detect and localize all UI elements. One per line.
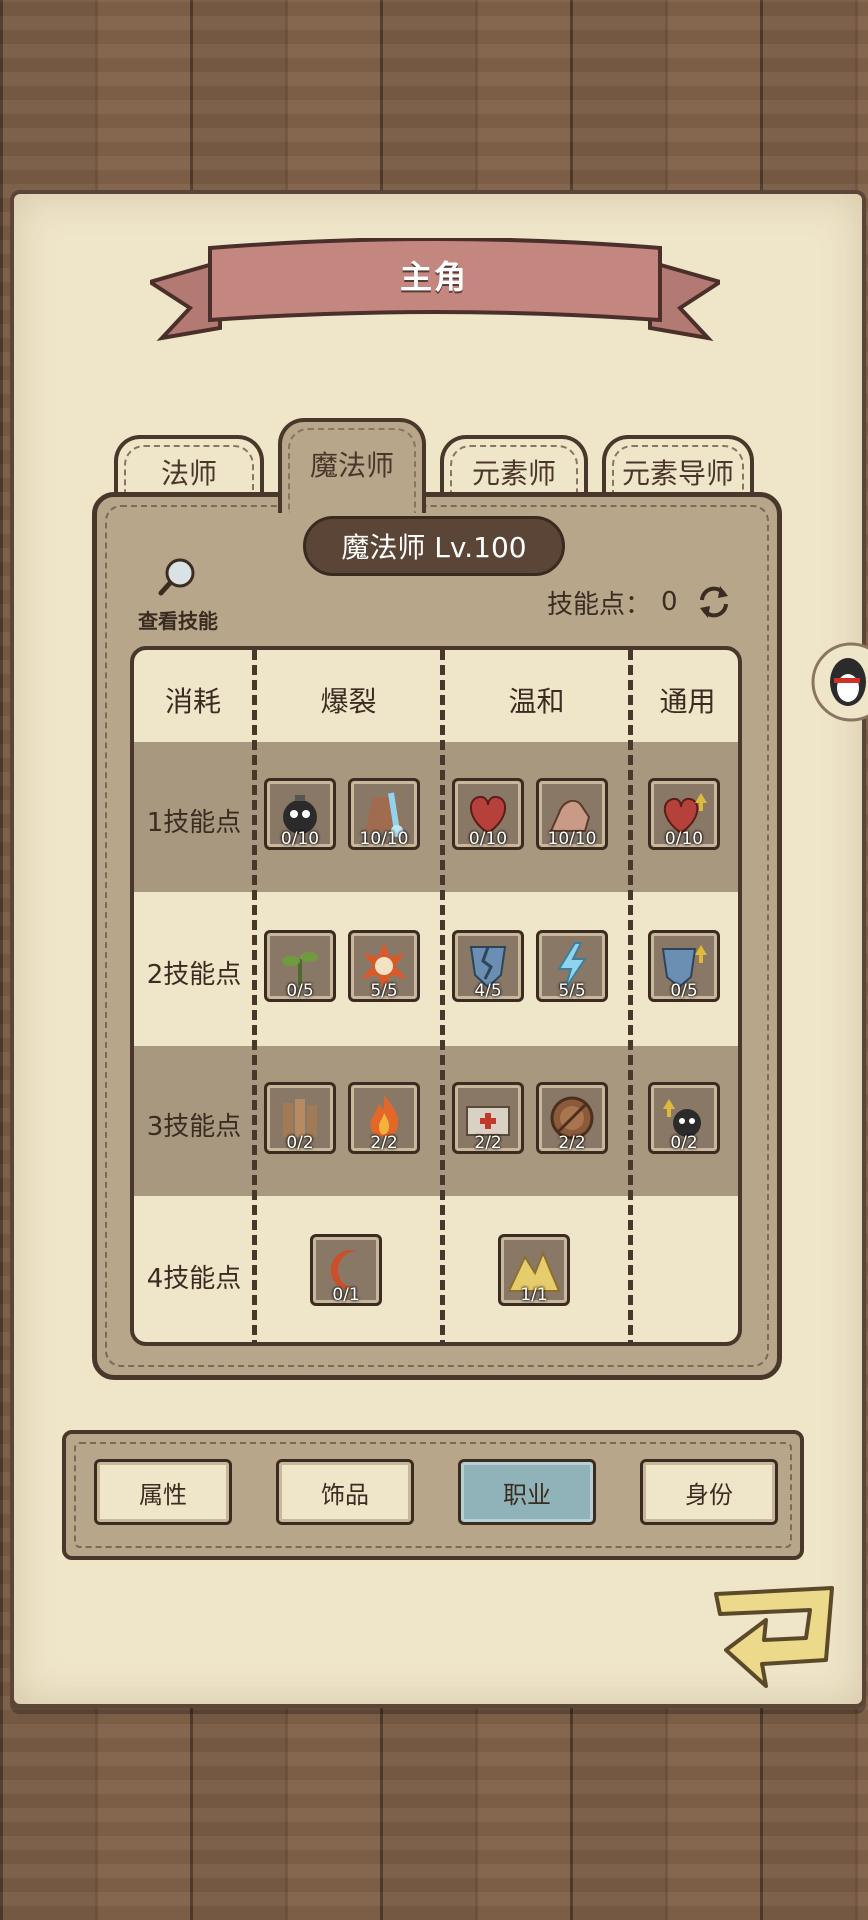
tab-attributes[interactable]: 属性 [94, 1459, 232, 1525]
column-divider [440, 650, 445, 1342]
skill-count: 0/10 [280, 829, 320, 849]
bottom-tab-label: 职业 [503, 1480, 551, 1509]
column-divider [252, 650, 257, 1342]
skill-points: 技能点： 0 [547, 582, 734, 622]
skill-count: 0/5 [286, 981, 314, 1001]
skill-count: 1/1 [520, 1285, 548, 1305]
bottom-tab-label: 身份 [685, 1480, 733, 1509]
back-arrow-icon[interactable] [706, 1580, 846, 1710]
view-skills-button[interactable]: 查看技能 [128, 555, 228, 634]
skill-count: 0/2 [670, 1133, 698, 1153]
tab-accessories[interactable]: 饰品 [276, 1459, 414, 1525]
skill-slot[interactable]: 0/1 [310, 1234, 382, 1306]
skill-slot[interactable]: 0/5 [648, 930, 720, 1002]
skill-slot[interactable]: 5/5 [536, 930, 608, 1002]
skill-count: 0/10 [468, 829, 508, 849]
reset-icon[interactable] [694, 582, 734, 622]
header-general: 通用 [659, 685, 716, 718]
tab-magician[interactable]: 魔法师 [278, 418, 426, 513]
skill-slot[interactable]: 10/10 [536, 778, 608, 850]
skill-points-value: 0 [661, 587, 678, 617]
skill-count: 0/2 [286, 1133, 314, 1153]
tab-label: 元素导师 [621, 457, 734, 490]
skill-count: 4/5 [474, 981, 502, 1001]
bottom-tab-label: 饰品 [321, 1480, 369, 1509]
row-label: 3技能点 [146, 1112, 242, 1142]
skill-slot[interactable]: 0/2 [648, 1082, 720, 1154]
row-label: 1技能点 [146, 808, 242, 838]
skill-points-label: 技能点： [547, 589, 652, 620]
skill-slot[interactable]: 0/5 [264, 930, 336, 1002]
tab-label: 元素师 [471, 457, 556, 490]
skill-count: 5/5 [370, 981, 398, 1001]
magnifier-icon [158, 558, 195, 596]
header-gentle: 温和 [508, 685, 565, 718]
skill-count: 10/10 [547, 829, 597, 849]
skill-slot[interactable]: 2/2 [452, 1082, 524, 1154]
skill-slot[interactable]: 1/1 [498, 1234, 570, 1306]
skill-count: 0/10 [664, 829, 704, 849]
skill-count: 2/2 [474, 1133, 502, 1153]
skill-slot[interactable]: 0/10 [648, 778, 720, 850]
tab-label: 法师 [160, 457, 217, 490]
view-skills-label: 查看技能 [138, 609, 218, 633]
tab-profession[interactable]: 职业 [458, 1459, 596, 1525]
penguin-avatar-icon[interactable] [806, 642, 868, 722]
skill-count: 0/5 [670, 981, 698, 1001]
class-level-label: 魔法师 Lv.100 [303, 516, 565, 576]
tab-identity[interactable]: 身份 [640, 1459, 778, 1525]
skill-grid: 消耗 爆裂 温和 通用 1技能点 2技能点 3技能点 4技能点 0/10 10/… [130, 646, 742, 1346]
bottom-tab-label: 属性 [139, 1480, 187, 1509]
skill-count: 2/2 [370, 1133, 398, 1153]
skill-count: 5/5 [558, 981, 586, 1001]
skill-slot[interactable]: 0/10 [264, 778, 336, 850]
header-cost: 消耗 [164, 685, 221, 718]
tab-label: 魔法师 [309, 449, 394, 482]
skill-slot[interactable]: 0/10 [452, 778, 524, 850]
skill-slot[interactable]: 10/10 [348, 778, 420, 850]
skill-slot[interactable]: 4/5 [452, 930, 524, 1002]
skill-count: 0/1 [332, 1285, 360, 1305]
row-label: 2技能点 [146, 960, 242, 990]
skill-slot[interactable]: 2/2 [536, 1082, 608, 1154]
row-label: 4技能点 [146, 1264, 242, 1294]
skill-slot[interactable]: 0/2 [264, 1082, 336, 1154]
skill-slot[interactable]: 2/2 [348, 1082, 420, 1154]
page-title: 主角 [399, 258, 468, 296]
column-divider [628, 650, 633, 1342]
skill-count: 2/2 [558, 1133, 586, 1153]
skill-count: 10/10 [359, 829, 409, 849]
header-burst: 爆裂 [320, 685, 377, 718]
skill-slot[interactable]: 5/5 [348, 930, 420, 1002]
